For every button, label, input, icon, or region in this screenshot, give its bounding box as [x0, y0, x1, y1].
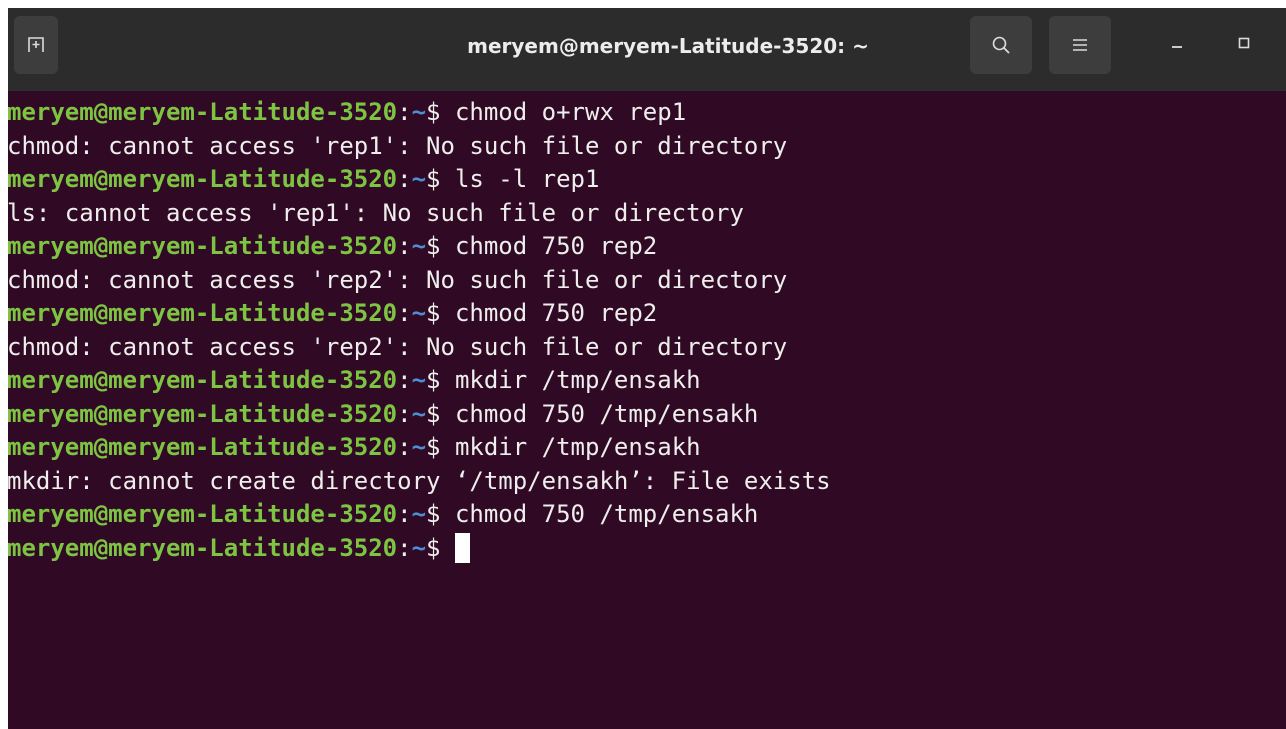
- prompt-separator: :: [397, 433, 412, 461]
- minimize-button[interactable]: [1154, 22, 1200, 68]
- prompt-separator: :: [397, 98, 412, 126]
- window-title: meryem@meryem-Latitude-3520: ~: [467, 34, 869, 58]
- command-text: chmod 750 rep2: [440, 299, 658, 327]
- prompt-user-host: meryem@meryem-Latitude-3520: [8, 533, 398, 562]
- prompt-path: ~: [411, 98, 427, 126]
- new-tab-button[interactable]: [14, 16, 58, 74]
- prompt-line: meryem@meryem-Latitude-3520:~$: [8, 532, 1286, 566]
- command-text: ls -l rep1: [440, 165, 600, 193]
- prompt-symbol: $: [426, 399, 441, 428]
- prompt-separator: :: [397, 399, 412, 428]
- text-cursor: [454, 532, 470, 563]
- output-line: chmod: cannot access 'rep1': No such fil…: [8, 131, 788, 160]
- prompt-line: meryem@meryem-Latitude-3520:~$ ls -l rep…: [8, 163, 1286, 197]
- output-line: ls: cannot access 'rep1': No such file o…: [8, 198, 744, 227]
- prompt-symbol: $: [426, 98, 441, 126]
- maximize-button[interactable]: [1221, 22, 1267, 68]
- prompt-path: ~: [411, 399, 427, 428]
- prompt-line: meryem@meryem-Latitude-3520:~$ chmod 750…: [8, 498, 1286, 532]
- search-button[interactable]: [970, 16, 1032, 74]
- prompt-user-host: meryem@meryem-Latitude-3520: [8, 165, 398, 193]
- command-text: mkdir /tmp/ensakh: [440, 433, 701, 461]
- prompt-separator: :: [397, 500, 412, 528]
- prompt-user-host: meryem@meryem-Latitude-3520: [8, 299, 398, 327]
- search-icon: [991, 35, 1011, 55]
- command-text: [441, 534, 455, 562]
- prompt-symbol: $: [426, 433, 441, 461]
- prompt-separator: :: [397, 366, 412, 394]
- prompt-path: ~: [411, 366, 427, 394]
- prompt-line: meryem@meryem-Latitude-3520:~$ mkdir /tm…: [8, 431, 1286, 465]
- prompt-separator: :: [397, 299, 412, 327]
- prompt-separator: :: [397, 533, 412, 562]
- prompt-user-host: meryem@meryem-Latitude-3520: [8, 98, 398, 126]
- prompt-symbol: $: [426, 366, 441, 394]
- command-text: chmod 750 /tmp/ensakh: [440, 500, 759, 528]
- menu-button[interactable]: [1049, 16, 1111, 74]
- prompt-path: ~: [411, 299, 427, 327]
- prompt-path: ~: [411, 500, 427, 528]
- prompt-separator: :: [397, 232, 412, 260]
- command-text: chmod 750 rep2: [440, 232, 658, 260]
- prompt-symbol: $: [426, 533, 441, 562]
- maximize-icon: [1237, 36, 1251, 55]
- prompt-line: meryem@meryem-Latitude-3520:~$ chmod o+r…: [8, 96, 1286, 130]
- output-line: chmod: cannot access 'rep2': No such fil…: [8, 332, 788, 361]
- command-text: chmod 750 /tmp/ensakh: [440, 399, 759, 428]
- command-text: chmod o+rwx rep1: [440, 98, 687, 126]
- prompt-path: ~: [411, 533, 427, 562]
- prompt-user-host: meryem@meryem-Latitude-3520: [8, 433, 398, 461]
- minimize-icon: [1170, 36, 1184, 55]
- prompt-line: meryem@meryem-Latitude-3520:~$ chmod 750…: [8, 297, 1286, 331]
- prompt-symbol: $: [426, 232, 441, 260]
- prompt-user-host: meryem@meryem-Latitude-3520: [8, 500, 398, 528]
- terminal-window: meryem@meryem-Latitude-3520: ~ meryem@me…: [8, 8, 1286, 729]
- prompt-user-host: meryem@meryem-Latitude-3520: [8, 366, 398, 394]
- prompt-line: meryem@meryem-Latitude-3520:~$ chmod 750…: [8, 230, 1286, 264]
- prompt-separator: :: [397, 165, 412, 193]
- prompt-symbol: $: [426, 165, 441, 193]
- title-bar: meryem@meryem-Latitude-3520: ~: [8, 8, 1286, 91]
- terminal-output[interactable]: meryem@meryem-Latitude-3520:~$ chmod o+r…: [8, 96, 1286, 726]
- prompt-path: ~: [411, 232, 427, 260]
- prompt-path: ~: [411, 165, 427, 193]
- prompt-line: meryem@meryem-Latitude-3520:~$ mkdir /tm…: [8, 364, 1286, 398]
- output-line: chmod: cannot access 'rep2': No such fil…: [8, 265, 788, 294]
- prompt-symbol: $: [426, 299, 441, 327]
- prompt-line: meryem@meryem-Latitude-3520:~$ chmod 750…: [8, 398, 1286, 432]
- hamburger-menu-icon: [1071, 37, 1089, 53]
- output-line: mkdir: cannot create directory ‘/tmp/ens…: [8, 466, 831, 495]
- prompt-user-host: meryem@meryem-Latitude-3520: [8, 232, 398, 260]
- prompt-symbol: $: [426, 500, 441, 528]
- prompt-path: ~: [411, 433, 427, 461]
- new-tab-icon: [27, 36, 45, 54]
- command-text: mkdir /tmp/ensakh: [440, 366, 701, 394]
- prompt-user-host: meryem@meryem-Latitude-3520: [8, 399, 398, 428]
